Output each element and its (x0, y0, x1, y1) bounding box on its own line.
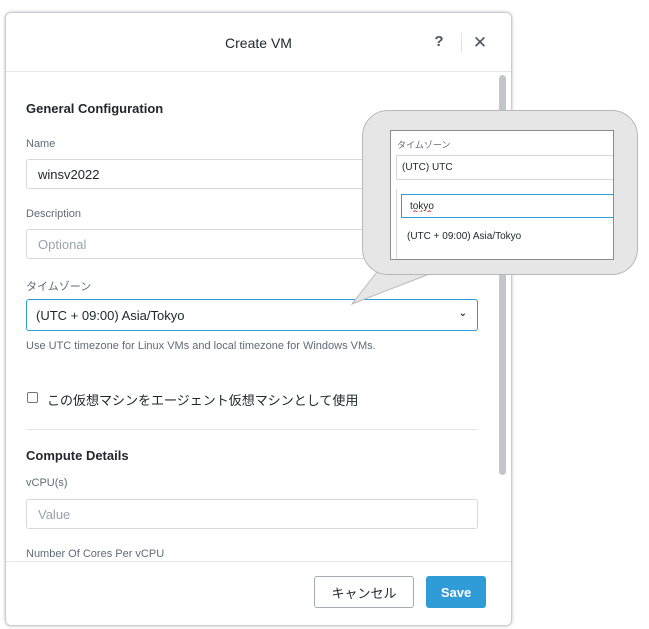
help-icon[interactable]: ? (431, 33, 447, 51)
timezone-option-asia-tokyo[interactable]: (UTC + 09:00) Asia/Tokyo (407, 231, 521, 242)
timezone-select[interactable]: (UTC + 09:00) Asia/Tokyo ⌄ (26, 299, 478, 331)
timezone-search-input[interactable] (401, 194, 613, 218)
dialog-footer: キャンセル Save (6, 561, 511, 625)
zoom-select-value: (UTC) UTC (402, 162, 453, 173)
create-vm-dialog: Create VM ? ✕ General Configuration Name… (5, 12, 512, 626)
dialog-header: Create VM ? ✕ (6, 13, 511, 72)
close-icon[interactable]: ✕ (472, 34, 488, 52)
chevron-down-icon: ⌄ (458, 308, 467, 319)
cores-per-vcpu-label: Number Of Cores Per vCPU (26, 548, 165, 560)
agent-vm-label: この仮想マシンをエージェント仮想マシンとして使用 (47, 393, 359, 408)
description-label: Description (26, 208, 82, 220)
zoom-timezone-label: タイムゾーン (397, 140, 451, 150)
zoom-callout: タイムゾーン (UTC) UTC (UTC + 09:00) Asia/Toky… (362, 110, 638, 275)
vcpu-input[interactable] (26, 499, 478, 529)
general-configuration-title: General Configuration (26, 101, 164, 116)
section-divider (26, 429, 478, 430)
compute-details-title: Compute Details (26, 448, 129, 463)
timezone-label: タイムゾーン (26, 281, 92, 293)
vcpu-label: vCPU(s) (26, 477, 68, 489)
name-label: Name (26, 138, 56, 150)
timezone-dropdown: (UTC + 09:00) Asia/Tokyo (396, 189, 613, 259)
zoomed-timezone-panel: タイムゾーン (UTC) UTC (UTC + 09:00) Asia/Toky… (390, 130, 614, 260)
cancel-button[interactable]: キャンセル (314, 576, 414, 608)
timezone-select-value: (UTC + 09:00) Asia/Tokyo (36, 308, 185, 323)
header-divider (461, 33, 462, 53)
zoom-timezone-select[interactable]: (UTC) UTC (396, 155, 613, 180)
timezone-hint: Use UTC timezone for Linux VMs and local… (26, 340, 376, 352)
save-button[interactable]: Save (426, 576, 486, 608)
agent-vm-checkbox[interactable] (27, 392, 38, 403)
